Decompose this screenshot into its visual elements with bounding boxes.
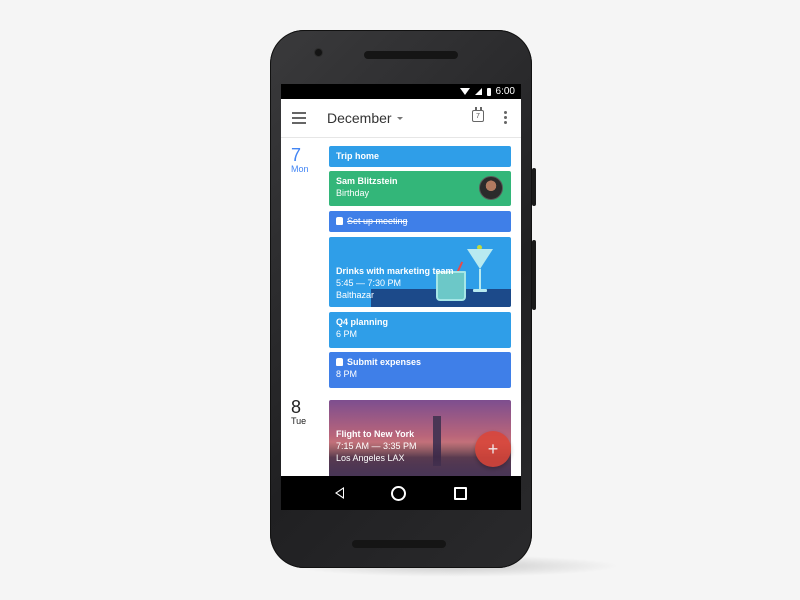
menu-icon[interactable] — [292, 112, 306, 124]
add-event-button[interactable]: + — [475, 431, 511, 467]
today-calendar-icon[interactable]: 7 — [472, 107, 484, 122]
event-time: 5:45 — 7:30 PM — [336, 278, 402, 288]
volume-button — [532, 240, 536, 310]
wifi-icon — [459, 88, 470, 95]
event-title: Q4 planning — [336, 317, 389, 327]
day-label: 7 Mon — [291, 146, 317, 175]
day-name: Mon — [291, 164, 309, 174]
dropdown-caret-icon — [396, 116, 403, 120]
nav-bar — [281, 476, 521, 510]
battery-icon — [486, 87, 491, 96]
day-label: 8 Tue — [291, 398, 317, 427]
task-icon — [336, 358, 343, 366]
status-bar: 6:00 — [281, 84, 521, 99]
event-location: Balthazar — [336, 290, 375, 300]
month-selector[interactable]: December — [327, 110, 403, 126]
event-time: 8 PM — [336, 369, 358, 379]
event-card[interactable]: Trip home — [329, 146, 511, 167]
event-card[interactable]: Sam Blitzstein Birthday — [329, 171, 511, 206]
top-speaker — [364, 51, 458, 59]
avatar — [479, 176, 503, 200]
power-button — [532, 168, 536, 206]
task-icon — [336, 217, 343, 225]
bottom-speaker — [352, 540, 446, 548]
event-title: Trip home — [336, 151, 380, 161]
agenda-list[interactable]: 7 Mon Trip home Sam Blitzstein Birthday … — [281, 138, 521, 510]
more-options-icon[interactable] — [504, 111, 507, 124]
back-icon[interactable] — [334, 487, 344, 499]
month-title: December — [327, 110, 392, 126]
phone-device: 6:00 December 7 7 Mon Trip home Sam Blit… — [270, 30, 536, 568]
event-title: Submit expenses — [347, 357, 422, 367]
day-number: 8 — [291, 397, 302, 417]
signal-icon — [474, 88, 482, 95]
event-card[interactable]: Set up meeting — [329, 211, 511, 232]
event-time: 6 PM — [336, 329, 358, 339]
home-icon[interactable] — [391, 485, 407, 501]
event-title: Set up meeting — [347, 216, 408, 226]
event-card[interactable]: Drinks with marketing team 5:45 — 7:30 P… — [329, 237, 511, 307]
clock: 6:00 — [495, 86, 515, 97]
plus-icon: + — [487, 438, 499, 459]
event-card[interactable]: Submit expenses 8 PM — [329, 352, 511, 388]
day-name: Tue — [291, 416, 307, 426]
event-card[interactable]: Q4 planning 6 PM — [329, 312, 511, 348]
day-number: 7 — [291, 145, 302, 165]
recent-apps-icon[interactable] — [454, 486, 468, 500]
front-camera — [315, 49, 322, 56]
screen: 6:00 December 7 7 Mon Trip home Sam Blit… — [281, 84, 521, 510]
app-bar: December 7 — [281, 99, 521, 138]
event-title: Drinks with marketing team — [336, 266, 454, 276]
